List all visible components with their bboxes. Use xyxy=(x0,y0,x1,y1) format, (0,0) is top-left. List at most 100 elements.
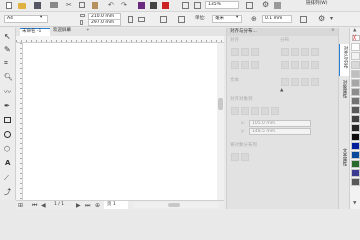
nudge-distance-field[interactable]: 0.1 mm xyxy=(262,15,292,23)
add-page-icon[interactable]: ⊕ xyxy=(95,202,102,209)
last-page-icon[interactable]: ⏭ xyxy=(85,202,92,209)
palette-swatch[interactable] xyxy=(351,142,360,150)
palette-swatch[interactable] xyxy=(351,43,360,51)
distribute-left-icon[interactable] xyxy=(281,48,289,56)
align-left-icon[interactable] xyxy=(231,48,239,56)
settings-icon[interactable]: ⚙ xyxy=(318,15,325,23)
next-page-icon[interactable]: ▶ xyxy=(76,202,83,209)
palette-swatch[interactable] xyxy=(351,160,360,168)
drawing-canvas[interactable] xyxy=(23,43,217,200)
y-position-field[interactable]: 148.5 mm xyxy=(249,128,311,135)
shape-tool-icon[interactable]: ✎ xyxy=(4,46,11,54)
palette-swatch[interactable] xyxy=(351,115,360,123)
freehand-tool-icon[interactable]: 〰 xyxy=(4,88,11,96)
page-tab-1[interactable]: 页 1 xyxy=(104,201,128,209)
align-to-active-icon[interactable] xyxy=(231,107,239,115)
tab-welcome-screen[interactable]: 欢迎屏幕 xyxy=(50,28,80,36)
portrait-icon[interactable] xyxy=(128,16,133,23)
align-top-icon[interactable] xyxy=(231,61,239,69)
landscape-icon[interactable] xyxy=(138,17,145,22)
distribute-middle-icon[interactable] xyxy=(291,61,299,69)
palette-up-arrow-icon[interactable]: ▲ xyxy=(353,28,356,34)
text-bounding-box-icon[interactable] xyxy=(301,78,309,86)
zoom-tool-icon[interactable]: 🔍︎ xyxy=(4,73,13,81)
palette-swatch[interactable] xyxy=(351,169,360,177)
vertical-ruler[interactable] xyxy=(16,43,23,200)
artistic-media-tool-icon[interactable]: ✒ xyxy=(4,102,11,110)
paste-icon[interactable] xyxy=(92,2,98,9)
distribute-spacing-h-icon[interactable] xyxy=(311,48,319,56)
palette-swatch[interactable] xyxy=(351,106,360,114)
palette-swatch[interactable] xyxy=(351,124,360,132)
tab-untitled-doc[interactable]: 未命名 -1 xyxy=(20,28,50,36)
align-to-page-center-icon[interactable] xyxy=(251,107,259,115)
save-icon[interactable] xyxy=(34,2,41,9)
horizontal-scrollbar[interactable] xyxy=(134,202,218,208)
snap-to-icon[interactable] xyxy=(246,2,253,9)
open-folder-icon[interactable] xyxy=(18,3,26,9)
text-outline-icon[interactable] xyxy=(311,78,319,86)
palette-swatch[interactable] xyxy=(351,133,360,141)
align-right-icon[interactable] xyxy=(251,48,259,56)
page-height-field[interactable]: 297.0 mm xyxy=(88,19,121,26)
rectangle-tool-icon[interactable] xyxy=(4,117,11,123)
x-position-field[interactable]: 105.0 mm xyxy=(249,120,311,127)
no-color-swatch[interactable]: ╳ xyxy=(352,35,360,41)
palette-swatch[interactable] xyxy=(351,61,360,69)
pick-tool-icon[interactable]: ↖ xyxy=(4,33,11,41)
previous-page-icon[interactable]: ◀ xyxy=(41,202,48,209)
view-icon[interactable] xyxy=(274,2,281,9)
horizontal-scrollbar-thumb[interactable] xyxy=(168,203,180,207)
distribute-right-icon[interactable] xyxy=(301,48,309,56)
palette-swatch[interactable] xyxy=(351,178,360,186)
print-icon[interactable] xyxy=(50,2,58,8)
align-to-page-edge-icon[interactable] xyxy=(241,107,249,115)
horizontal-ruler[interactable] xyxy=(16,36,224,43)
copy-icon[interactable] xyxy=(79,2,85,8)
options-gear-icon[interactable]: ⚙ xyxy=(262,1,269,9)
duplicate-distance-icon[interactable] xyxy=(300,16,307,23)
parallel-dimension-tool-icon[interactable]: ⟋ xyxy=(4,174,11,182)
text-first-baseline-icon[interactable] xyxy=(281,78,289,86)
align-bottom-icon[interactable] xyxy=(251,61,259,69)
align-center-vertical-icon[interactable] xyxy=(241,61,249,69)
palette-down-arrow-icon[interactable]: ▼ xyxy=(353,201,356,207)
window-arrange-menu[interactable]: 链排列(W) xyxy=(306,1,327,7)
palette-swatch[interactable] xyxy=(351,70,360,78)
polygon-tool-icon[interactable]: ⬡ xyxy=(4,145,11,153)
current-page-icon[interactable] xyxy=(178,16,185,23)
export-icon[interactable] xyxy=(150,2,157,9)
all-pages-icon[interactable] xyxy=(160,16,167,23)
align-to-grid-icon[interactable] xyxy=(261,107,269,115)
vertical-scrollbar-thumb[interactable] xyxy=(218,98,223,110)
distribute-center-icon[interactable] xyxy=(291,48,299,56)
palette-swatch[interactable] xyxy=(351,52,360,60)
ellipse-tool-icon[interactable] xyxy=(4,131,11,138)
import-icon[interactable] xyxy=(138,2,145,9)
distribute-top-icon[interactable] xyxy=(281,61,289,69)
new-document-icon[interactable] xyxy=(6,2,12,9)
crop-tool-icon[interactable]: ⌗ xyxy=(4,59,11,67)
distribute-bottom-icon[interactable] xyxy=(301,61,309,69)
publish-pdf-icon[interactable] xyxy=(162,2,169,9)
palette-swatch[interactable] xyxy=(351,151,360,159)
distribute-to-page-icon[interactable] xyxy=(241,153,249,161)
page-setup-icon[interactable]: ⊞ xyxy=(18,202,25,209)
distribute-spacing-v-icon[interactable] xyxy=(311,61,319,69)
text-tool-icon[interactable]: A xyxy=(5,159,12,167)
cut-icon[interactable]: ✂ xyxy=(66,2,73,9)
palette-swatch[interactable] xyxy=(351,88,360,96)
connector-tool-icon[interactable]: ⤴ xyxy=(4,188,11,196)
add-tab-button[interactable]: + xyxy=(86,28,90,34)
vertical-scrollbar[interactable] xyxy=(217,43,224,200)
more-chevron-icon[interactable]: ▾ xyxy=(330,15,337,22)
zoom-level-dropdown[interactable]: 135% xyxy=(205,1,239,9)
distribute-to-selection-icon[interactable] xyxy=(231,153,239,161)
collapse-chevron-icon[interactable]: ▲ xyxy=(280,88,283,94)
palette-swatch[interactable] xyxy=(351,79,360,87)
first-page-icon[interactable]: ⏮ xyxy=(32,202,39,209)
align-center-horizontal-icon[interactable] xyxy=(241,48,249,56)
full-screen-icon[interactable] xyxy=(194,2,201,9)
palette-swatch[interactable] xyxy=(351,97,360,105)
undo-icon[interactable]: ↶ xyxy=(108,1,115,9)
